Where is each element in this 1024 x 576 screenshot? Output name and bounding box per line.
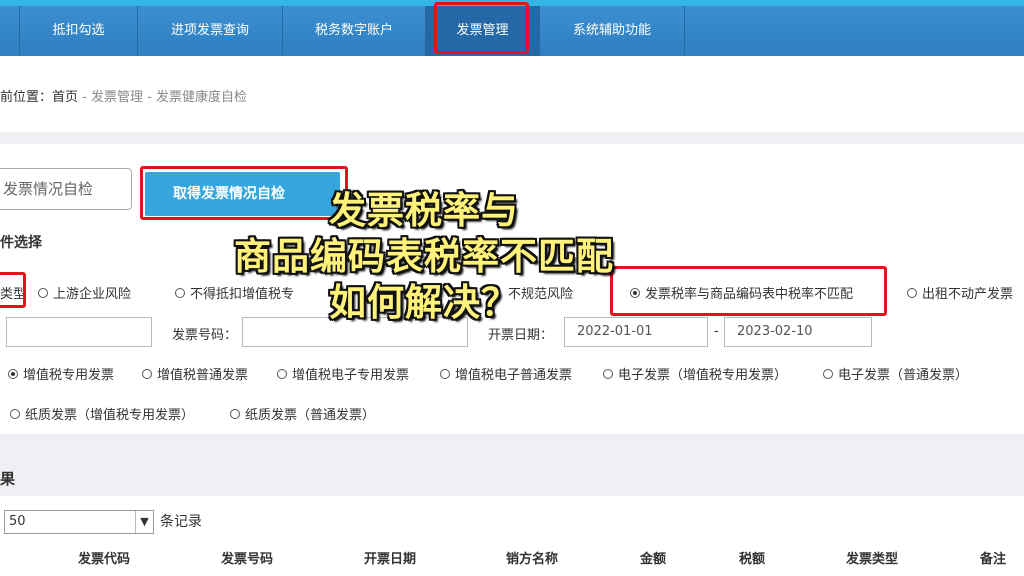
column-header-invoice-code[interactable]: 发票代码 (78, 548, 130, 567)
invoice-type-vat-e-ordinary[interactable]: 增值税电子普通发票 (440, 364, 572, 383)
breadcrumb-sep: - (78, 90, 91, 105)
column-header-issue-date[interactable]: 开票日期 (364, 548, 416, 567)
radio-icon (277, 368, 287, 379)
invoice-type-label: 增值税专用发票 (23, 368, 115, 383)
invoice-type-e-invoice-special[interactable]: 电子发票（增值税专用发票） (603, 364, 787, 383)
risk-option-label: 上游企业风险 (53, 287, 132, 302)
radio-icon (38, 287, 48, 298)
conditions-title: 件选择 (0, 235, 42, 251)
invoice-type-label: 纸质发票（普通发票） (245, 408, 376, 423)
date-from-input[interactable]: 2022-01-01 (564, 317, 708, 347)
breadcrumb-strip: 前位置：首页 - 发票管理 - 发票健康度自检 (0, 56, 1024, 132)
invoice-type-label: 纸质发票（增值税专用发票） (25, 408, 195, 423)
column-header-remarks[interactable]: 备注 (980, 548, 1006, 567)
risk-option-rental-property[interactable]: 出租不动产发票 (907, 283, 1013, 302)
nav-item-deduction[interactable]: 抵扣勾选 (20, 6, 138, 56)
radio-icon (230, 408, 240, 419)
top-nav: 抵扣勾选 进项发票查询 税务数字账户 发票管理 系统辅助功能 (0, 0, 1024, 56)
results-title: 果 (0, 470, 16, 488)
nav-edge (0, 6, 20, 56)
page-size-suffix: 条记录 (160, 514, 202, 530)
nav-item-tax-account[interactable]: 税务数字账户 (283, 6, 426, 56)
get-invoice-self-check-button[interactable]: 取得发票情况自检 (145, 172, 340, 216)
page-size-select[interactable]: 50 ▼ (4, 510, 154, 534)
column-header-invoice-number[interactable]: 发票号码 (221, 548, 273, 567)
radio-icon (907, 287, 917, 298)
risk-option-label: 出租不动产发票 (922, 287, 1014, 302)
nav-item-input-invoice-query[interactable]: 进项发票查询 (138, 6, 283, 56)
invoice-type-label: 电子发票（增值税专用发票） (618, 368, 788, 383)
radio-icon (175, 287, 185, 298)
page-size-value: 50 (9, 514, 26, 529)
breadcrumb-sep-2: - (143, 90, 156, 105)
risk-option-tax-rate-mismatch[interactable]: 发票税率与商品编码表中税率不匹配 (630, 283, 853, 302)
column-header-invoice-type[interactable]: 发票类型 (846, 548, 898, 567)
invoice-code-input[interactable] (6, 317, 152, 347)
type-label: 类型 (0, 287, 27, 302)
invoice-type-paper-ordinary[interactable]: 纸质发票（普通发票） (230, 404, 375, 423)
invoice-type-vat-special[interactable]: 增值税专用发票 (8, 364, 114, 383)
radio-icon (603, 368, 613, 379)
invoice-type-label: 电子发票（普通发票） (838, 368, 969, 383)
overlay-caption-line3: 如何解决？ (329, 281, 519, 324)
nav-item-invoice-management[interactable]: 发票管理 (426, 6, 540, 56)
risk-option-label: 发票税率与商品编码表中税率不匹配 (645, 287, 854, 302)
invoice-type-paper-special[interactable]: 纸质发票（增值税专用发票） (10, 404, 194, 423)
invoice-type-label: 增值税电子普通发票 (455, 368, 573, 383)
date-separator: - (714, 324, 719, 339)
breadcrumb-prefix: 前位置： (0, 90, 53, 105)
risk-option-non-deductible[interactable]: 不得抵扣增值税专 (175, 283, 294, 302)
risk-option-label: 不得抵扣增值税专 (190, 287, 295, 302)
invoice-type-e-invoice-ordinary[interactable]: 电子发票（普通发票） (823, 364, 968, 383)
invoice-type-label: 增值税电子专用发票 (292, 368, 410, 383)
breadcrumb-level2[interactable]: 发票管理 (91, 90, 143, 105)
results-panel: 50 ▼ 条记录 发票代码 发票号码 开票日期 销方名称 金额 税额 发票类型 … (0, 496, 1024, 576)
radio-icon (142, 368, 152, 379)
invoice-number-label: 发票号码： (172, 328, 238, 343)
radio-checked-icon (8, 368, 18, 379)
invoice-type-vat-e-special[interactable]: 增值税电子专用发票 (277, 364, 409, 383)
column-header-tax[interactable]: 税额 (739, 548, 765, 567)
date-to-input[interactable]: 2023-02-10 (724, 317, 872, 347)
chevron-down-icon: ▼ (135, 511, 153, 533)
invoice-type-vat-ordinary[interactable]: 增值税普通发票 (142, 364, 248, 383)
radio-icon (823, 368, 833, 379)
risk-option-upstream[interactable]: 上游企业风险 (38, 283, 131, 302)
invoice-type-label: 增值税普通发票 (157, 368, 249, 383)
radio-checked-icon (630, 287, 640, 298)
nav-item-system-tools[interactable]: 系统辅助功能 (540, 6, 685, 56)
radio-icon (440, 368, 450, 379)
column-header-amount[interactable]: 金额 (640, 548, 666, 567)
date-label: 开票日期： (488, 328, 554, 343)
breadcrumb: 前位置：首页 - 发票管理 - 发票健康度自检 (0, 86, 247, 105)
breadcrumb-level3: 发票健康度自检 (155, 90, 247, 105)
self-check-tab[interactable]: 发票情况自检 (0, 168, 132, 210)
column-header-seller-name[interactable]: 销方名称 (506, 548, 558, 567)
breadcrumb-home[interactable]: 首页 (52, 90, 78, 105)
radio-icon (10, 408, 20, 419)
